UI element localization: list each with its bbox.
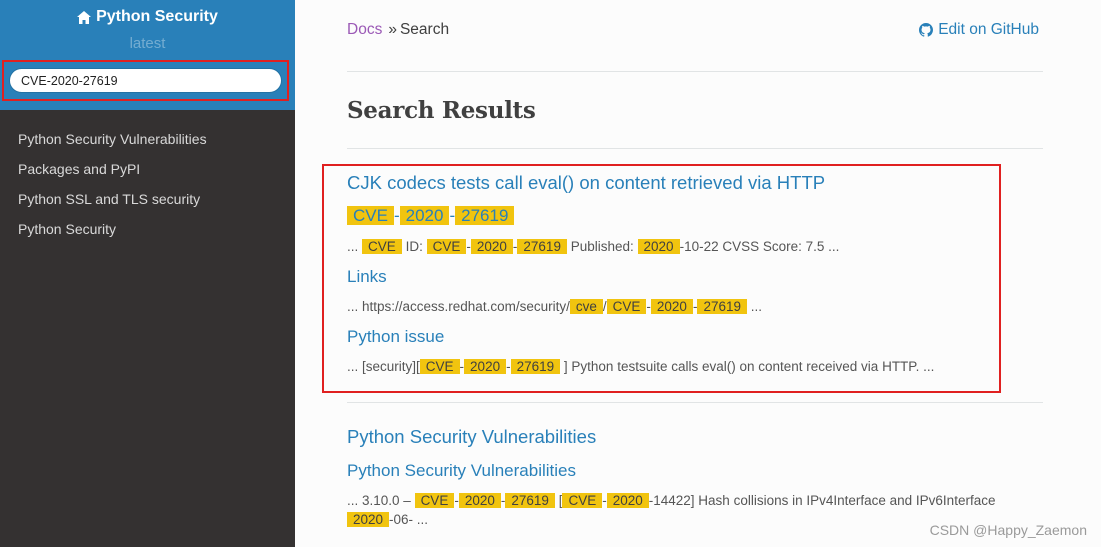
text: ... https://access.redhat.com/security/	[347, 299, 570, 314]
highlight: CVE	[606, 299, 647, 314]
highlight: CVE	[419, 359, 460, 374]
text: -06- ...	[389, 512, 429, 527]
result-section-link[interactable]: Python Security Vulnerabilities	[347, 461, 576, 481]
highlight: 27619	[505, 493, 555, 508]
text: ] Python testsuite calls eval() on conte…	[563, 359, 935, 374]
result-snippet: ... [security][CVE -2020-27619 ] Python t…	[347, 359, 934, 374]
highlight: cve	[569, 299, 603, 314]
divider	[347, 71, 1043, 72]
result-title-link[interactable]: CJK codecs tests call eval() on content …	[347, 172, 825, 194]
search-input[interactable]	[9, 68, 282, 93]
highlight: CVE	[414, 493, 455, 508]
result-section-link[interactable]: Python issue	[347, 327, 444, 347]
breadcrumb-docs-link[interactable]: Docs	[347, 21, 382, 38]
sidebar-item-packages[interactable]: Packages and PyPI	[0, 157, 295, 187]
text: ...	[347, 239, 359, 254]
highlight: 27619	[510, 359, 561, 374]
highlight: CVE	[347, 206, 394, 225]
sidebar-item-python-security[interactable]: Python Security	[0, 217, 295, 247]
edit-on-github-label: Edit on GitHub	[938, 21, 1039, 38]
highlight: 2020	[606, 493, 649, 508]
highlight: 2020	[650, 299, 693, 314]
highlight: 2020	[347, 512, 390, 527]
result-section-link[interactable]: CVE -2020-27619	[347, 206, 515, 226]
sidebar-item-ssl-tls[interactable]: Python SSL and TLS security	[0, 187, 295, 217]
divider	[347, 148, 1043, 149]
highlight: 27619	[517, 239, 567, 254]
highlight: CVE	[426, 239, 467, 254]
text: -10-22 CVSS Score: 7.5 ...	[679, 239, 840, 254]
highlight: 27619	[697, 299, 747, 314]
text: ... 3.10.0 –	[347, 493, 411, 508]
divider	[347, 402, 1043, 403]
search-annotation-box	[2, 60, 289, 101]
text: -	[506, 359, 511, 374]
version-label: latest	[129, 34, 166, 52]
breadcrumb-current: Search	[399, 21, 450, 38]
highlight: CVE	[562, 493, 603, 508]
highlight: 2020	[470, 239, 513, 254]
text: ID:	[405, 239, 423, 254]
text: -	[393, 206, 400, 225]
watermark: CSDN @Happy_Zaemon	[929, 522, 1087, 538]
text: ... [security][	[347, 359, 420, 374]
sidebar-item-vulnerabilities[interactable]: Python Security Vulnerabilities	[0, 127, 295, 157]
result-section-link[interactable]: Links	[347, 267, 387, 287]
breadcrumb-separator: »	[388, 21, 397, 38]
sidebar-nav: Python Security Vulnerabilities Packages…	[0, 110, 295, 247]
highlight: 2020	[464, 359, 507, 374]
page-title: Search Results	[347, 97, 536, 124]
edit-on-github-link[interactable]: Edit on GitHub	[919, 21, 1039, 39]
text: -14422] Hash collisions in IPv4Interface…	[648, 493, 996, 508]
text: Published:	[570, 239, 634, 254]
project-name: Python Security	[96, 8, 218, 25]
result-snippet: ... https://access.redhat.com/security/c…	[347, 299, 762, 314]
highlight: 2020	[399, 206, 450, 225]
highlight: 27619	[455, 206, 515, 225]
result-snippet: ... CVE ID: CVE -2020-27619 Published: 20…	[347, 239, 839, 254]
result-snippet: ... 3.10.0 – CVE -2020-27619 [CVE -2020 -14…	[347, 493, 995, 508]
highlight: 2020	[458, 493, 501, 508]
breadcrumb: Docs » Search Edit on GitHub	[347, 21, 1043, 39]
github-icon	[919, 23, 934, 37]
text: ...	[750, 299, 763, 314]
sidebar: Python Security latest Python Security V…	[0, 0, 295, 547]
highlight: 2020	[637, 239, 680, 254]
highlight: CVE	[362, 239, 402, 254]
result-snippet: 2020 -06- ...	[347, 512, 428, 527]
project-home-link[interactable]: Python Security	[77, 8, 218, 26]
result-title-link[interactable]: Python Security Vulnerabilities	[347, 426, 596, 448]
home-icon	[77, 10, 92, 24]
